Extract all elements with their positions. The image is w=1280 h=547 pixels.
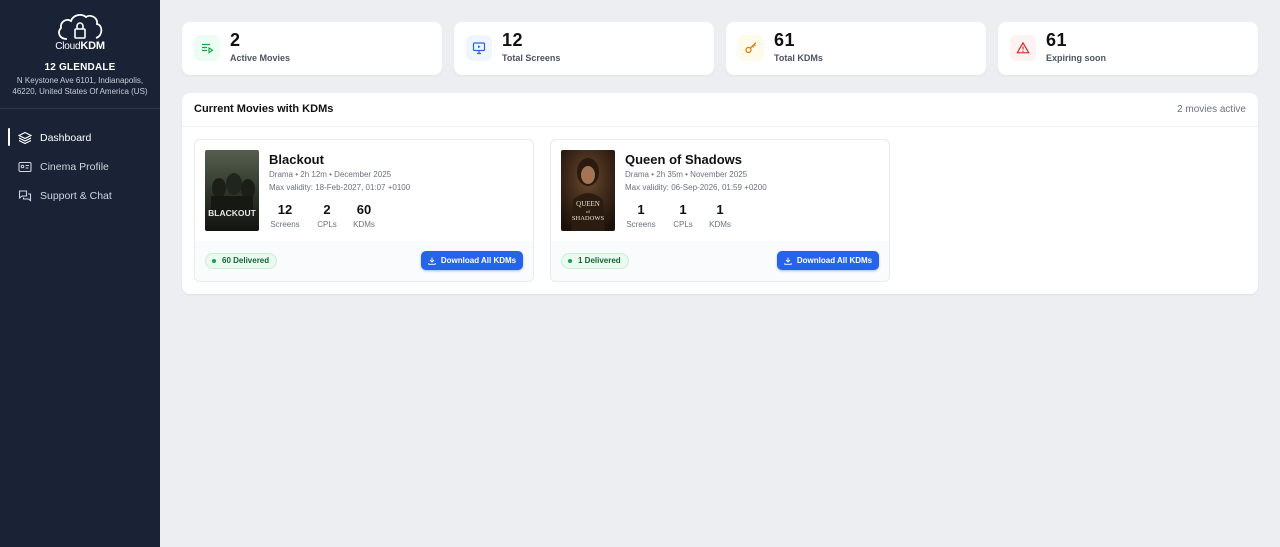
cpls-value: 2: [323, 202, 331, 217]
panel-header: Current Movies with KDMs 2 movies active: [182, 93, 1258, 127]
logo-prefix: Cloud: [55, 41, 81, 52]
kdms-label: KDMs: [353, 220, 375, 229]
movie-title: Queen of Shadows: [625, 152, 743, 167]
stat-card-total-screens: 12 Total Screens: [454, 22, 714, 75]
movie-poster: BLACKOUT: [205, 150, 259, 231]
panel-title: Current Movies with KDMs: [194, 103, 334, 115]
sidebar-item-label: Cinema Profile: [40, 160, 109, 173]
cloud-lock-icon: [58, 14, 103, 40]
poster-title-text: BLACKOUT: [208, 208, 256, 218]
layers-icon: [18, 131, 32, 145]
stat-label: Total Screens: [502, 53, 561, 63]
warning-icon: [1010, 35, 1036, 61]
movie-screens-stat: 1 Screens: [625, 202, 657, 229]
stat-label: Active Movies: [230, 53, 291, 63]
stat-card-active-movies: 2 Active Movies: [182, 22, 442, 75]
cpls-label: CPLs: [673, 220, 693, 229]
id-card-icon: [18, 160, 32, 174]
movie-meta: Drama • 2h 35m • November 2025: [625, 170, 748, 179]
kdms-label: KDMs: [709, 220, 731, 229]
playlist-icon: [194, 35, 220, 61]
download-all-kdms-button[interactable]: Download All KDMs: [421, 251, 523, 270]
download-button-label: Download All KDMs: [796, 256, 873, 265]
stat-value: 2: [230, 30, 241, 50]
sidebar-item-dashboard[interactable]: Dashboard: [0, 123, 160, 152]
poster-title-text: QUEEN: [576, 200, 600, 208]
movie-card-queen-of-shadows: QUEEN of SHADOWS Queen of Shadows Drama …: [550, 139, 890, 282]
sidebar-item-label: Support & Chat: [40, 189, 112, 202]
cinema-address: N Keystone Ave 6101, Indianapolis, 46220…: [12, 76, 148, 96]
stat-label: Expiring soon: [1046, 53, 1107, 63]
stat-label: Total KDMs: [774, 53, 823, 63]
sidebar: CloudKDM 12 GLENDALE N Keystone Ave 6101…: [0, 0, 160, 547]
poster-title-text-2: SHADOWS: [572, 215, 605, 222]
stat-value: 61: [774, 30, 796, 50]
sidebar-item-support-chat[interactable]: Support & Chat: [0, 181, 160, 210]
movie-validity: Max validity: 18-Feb-2027, 01:07 +0100: [269, 183, 411, 192]
movie-card-blackout: BLACKOUT Blackout Drama • 2h 12m • Decem…: [194, 139, 534, 282]
stat-value: 12: [502, 30, 524, 50]
cpls-label: CPLs: [317, 220, 337, 229]
kdms-value: 60: [356, 202, 372, 217]
movie-poster: QUEEN of SHADOWS: [561, 150, 615, 231]
stat-value: 61: [1046, 30, 1068, 50]
current-movies-panel: Current Movies with KDMs 2 movies active: [182, 93, 1258, 294]
delivered-badge: 1 Delivered: [561, 253, 629, 269]
chat-icon: [18, 189, 32, 203]
delivered-badge: 60 Delivered: [205, 253, 278, 269]
cinema-name: 12 GLENDALE: [44, 62, 116, 73]
download-all-kdms-button[interactable]: Download All KDMs: [777, 251, 879, 270]
download-icon: [428, 257, 436, 265]
movie-title: Blackout: [269, 152, 324, 167]
screens-value: 12: [277, 202, 293, 217]
cloudkdm-logo[interactable]: CloudKDM: [0, 0, 160, 52]
movie-cpls-stat: 1 CPLs: [671, 202, 695, 229]
poster-subtitle-text: of: [586, 209, 590, 214]
logo-suffix: KDM: [80, 40, 105, 52]
logo-wordmark: CloudKDM: [55, 40, 105, 52]
screens-value: 1: [637, 202, 645, 217]
sidebar-item-label: Dashboard: [40, 131, 92, 144]
movie-validity: Max validity: 06-Sep-2026, 01:59 +0200: [625, 183, 767, 192]
sidebar-divider: [0, 108, 160, 109]
stat-card-total-kdms: 61 Total KDMs: [726, 22, 986, 75]
key-icon: [738, 35, 764, 61]
movies-active-count: 2 movies active: [1177, 104, 1246, 115]
sidebar-nav: Dashboard Cinema Profile Support & Chat: [0, 123, 160, 210]
stat-card-expiring-soon: 61 Expiring soon: [998, 22, 1258, 75]
screens-label: Screens: [270, 220, 300, 229]
cpls-value: 1: [679, 202, 687, 217]
movie-meta: Drama • 2h 12m • December 2025: [269, 170, 392, 179]
download-icon: [784, 257, 792, 265]
movie-kdms-stat: 1 KDMs: [707, 202, 733, 229]
screens-label: Screens: [626, 220, 656, 229]
movie-screens-stat: 12 Screens: [269, 202, 301, 229]
sidebar-item-cinema-profile[interactable]: Cinema Profile: [0, 152, 160, 181]
kdms-value: 1: [716, 202, 724, 217]
download-button-label: Download All KDMs: [440, 256, 517, 265]
movie-kdms-stat: 60 KDMs: [351, 202, 377, 229]
movie-cpls-stat: 2 CPLs: [315, 202, 339, 229]
monitor-icon: [466, 35, 492, 61]
